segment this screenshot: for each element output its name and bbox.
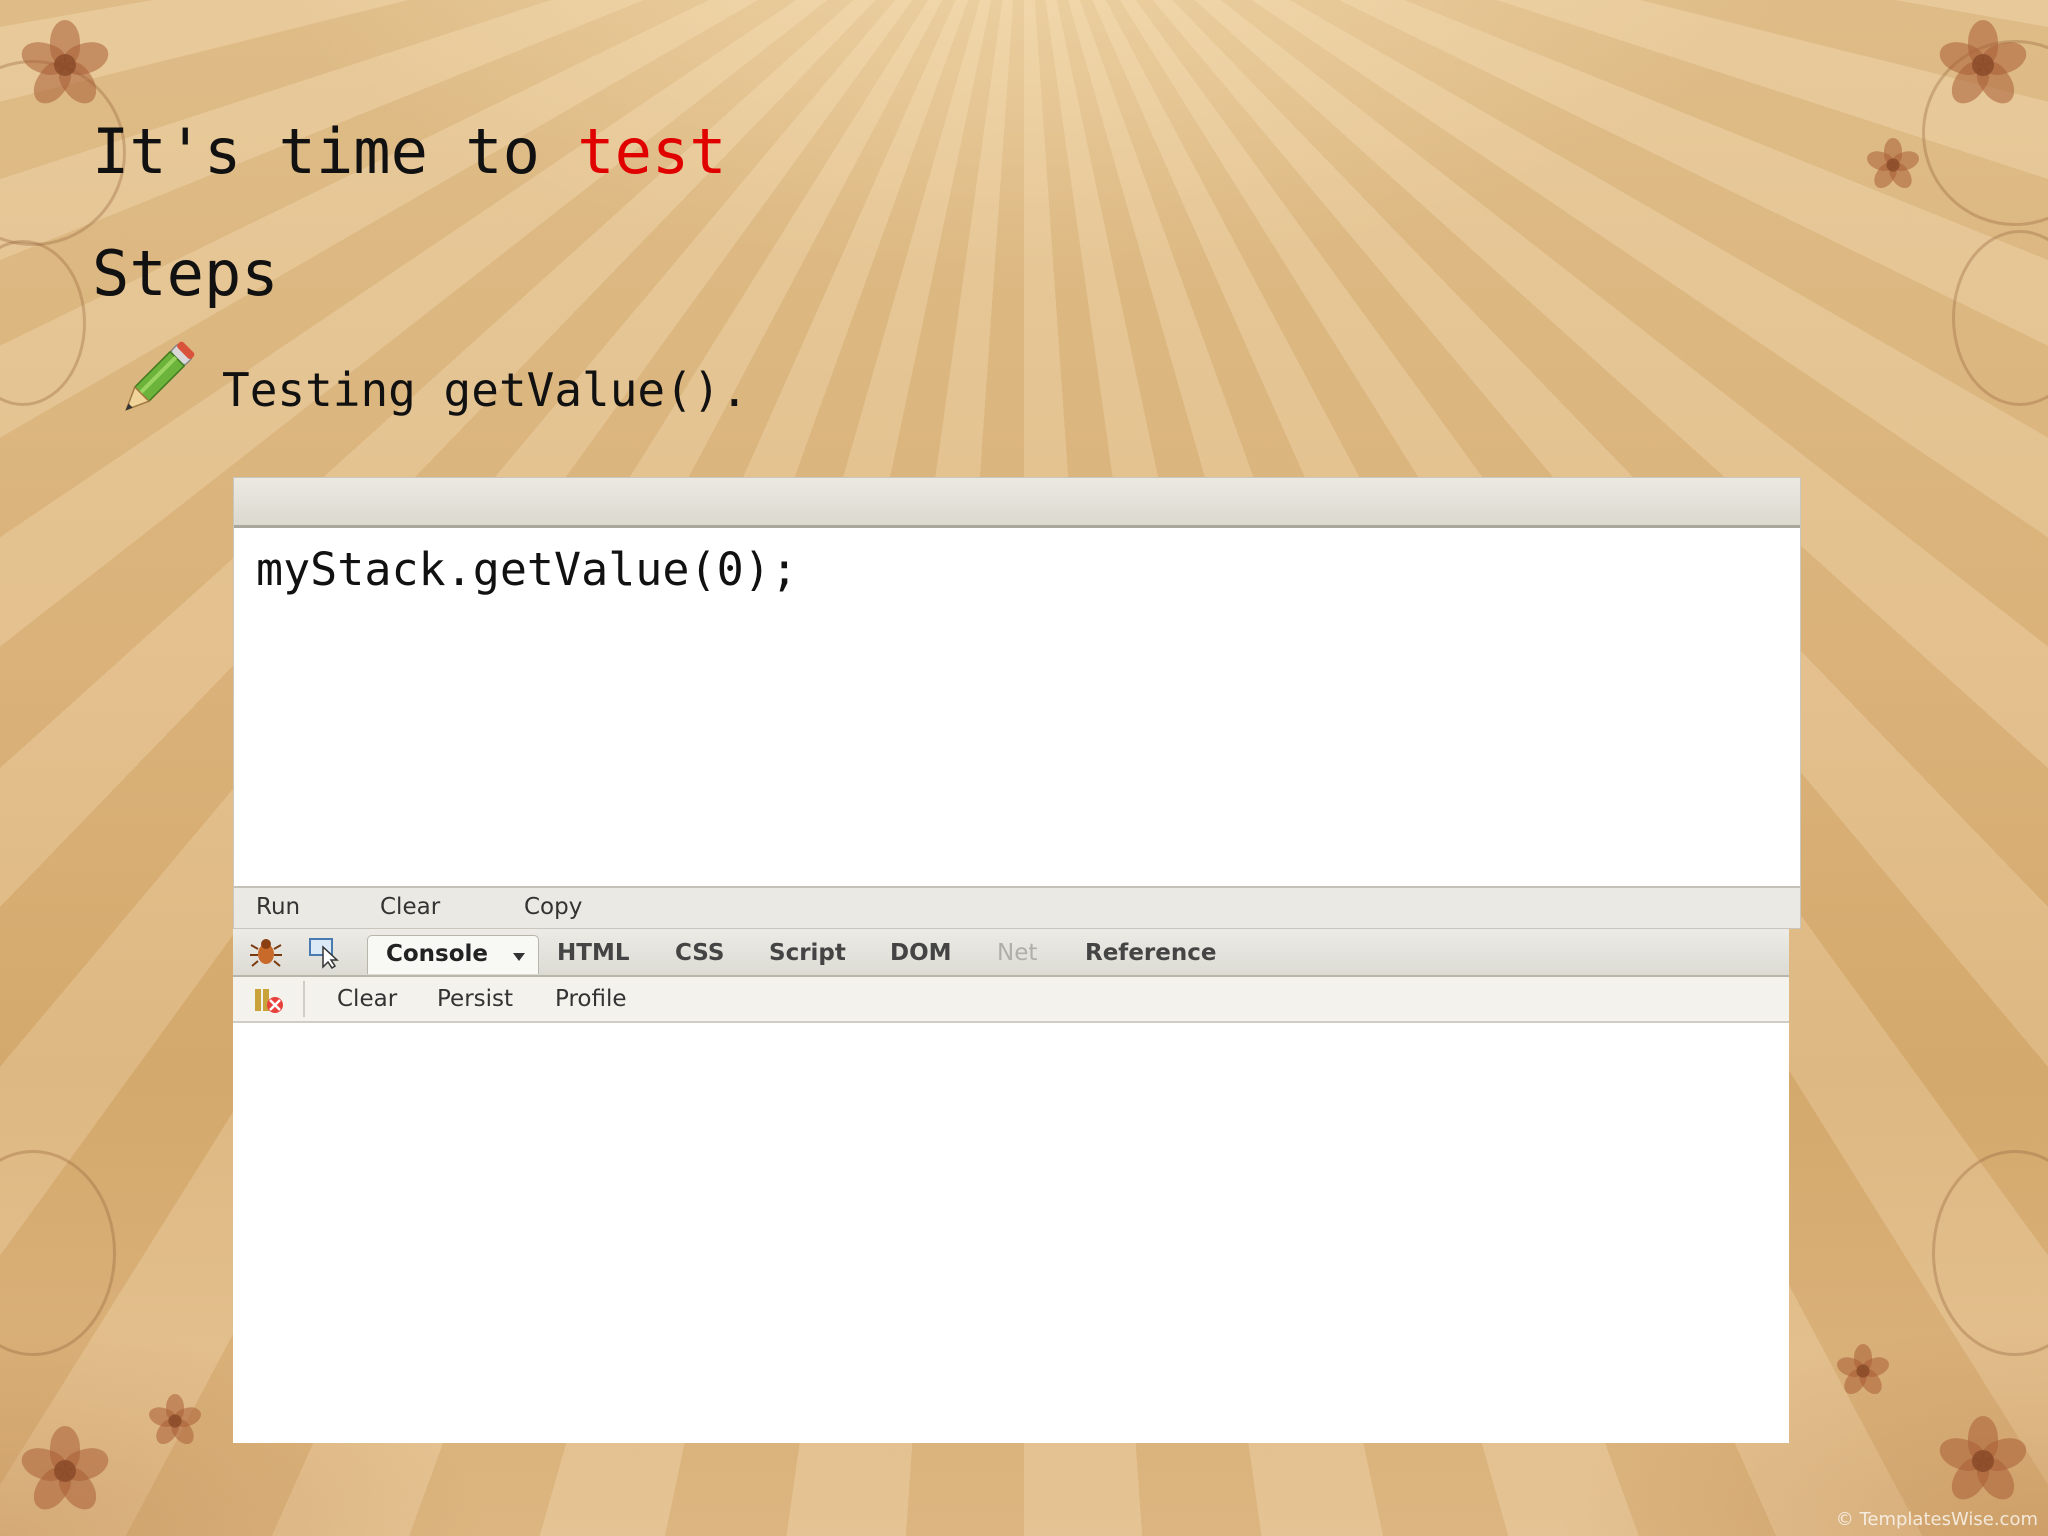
watermark: © TemplatesWise.com [1835, 1509, 2038, 1530]
bullet-text: Testing getValue(). [222, 363, 749, 417]
persist-button[interactable]: Persist [437, 986, 513, 1012]
title-text: It's time to [92, 115, 578, 188]
copy-button[interactable]: Copy [524, 894, 582, 920]
tab-html[interactable]: HTML [557, 940, 629, 966]
firebug-tab-bar: Console HTML CSS Script DOM Net Referenc… [233, 929, 1789, 977]
clear-editor-button[interactable]: Clear [380, 894, 440, 920]
inspect-icon[interactable] [307, 935, 341, 969]
command-editor: myStack.getValue(0); Run Clear Copy [233, 477, 1801, 929]
flower-ornament [17, 20, 113, 111]
console-toolbar: Clear Persist Profile [233, 977, 1789, 1023]
flower-ornament [1834, 1344, 1892, 1399]
flower-ornament [1864, 138, 1922, 193]
pencil-icon [125, 341, 195, 411]
profile-button[interactable]: Profile [555, 986, 627, 1012]
toolbar-divider [303, 981, 305, 1017]
flower-ornament [1935, 1416, 2031, 1507]
slide-background: It's time to test Steps Testing getValue… [0, 0, 2048, 1536]
editor-toolbar: Run Clear Copy [234, 886, 1800, 928]
slide-title: It's time to test [92, 112, 727, 192]
corner-swirl [1952, 230, 2048, 406]
editor-titlebar [234, 478, 1800, 528]
code-input[interactable]: myStack.getValue(0); [256, 543, 798, 596]
flower-ornament [17, 1426, 113, 1517]
steps-heading: Steps [92, 237, 279, 310]
tab-net[interactable]: Net [997, 940, 1037, 966]
firebug-bug-icon[interactable] [249, 935, 283, 969]
corner-swirl [0, 240, 86, 406]
tab-console-label: Console [386, 941, 489, 967]
tab-reference[interactable]: Reference [1085, 940, 1216, 966]
tab-css[interactable]: CSS [675, 940, 724, 966]
tab-script[interactable]: Script [769, 940, 846, 966]
run-button[interactable]: Run [256, 894, 300, 920]
corner-swirl [1932, 1150, 2048, 1356]
clear-console-icon[interactable] [253, 985, 287, 1015]
title-accent-word: test [577, 115, 727, 188]
console-output[interactable] [233, 1023, 1789, 1443]
tab-console[interactable]: Console [367, 935, 539, 974]
dropdown-arrow-icon [513, 953, 525, 961]
flower-ornament [146, 1394, 204, 1449]
tab-dom[interactable]: DOM [890, 940, 952, 966]
corner-swirl [0, 1150, 116, 1356]
console-clear-button[interactable]: Clear [337, 986, 397, 1012]
flower-ornament [1935, 20, 2031, 111]
